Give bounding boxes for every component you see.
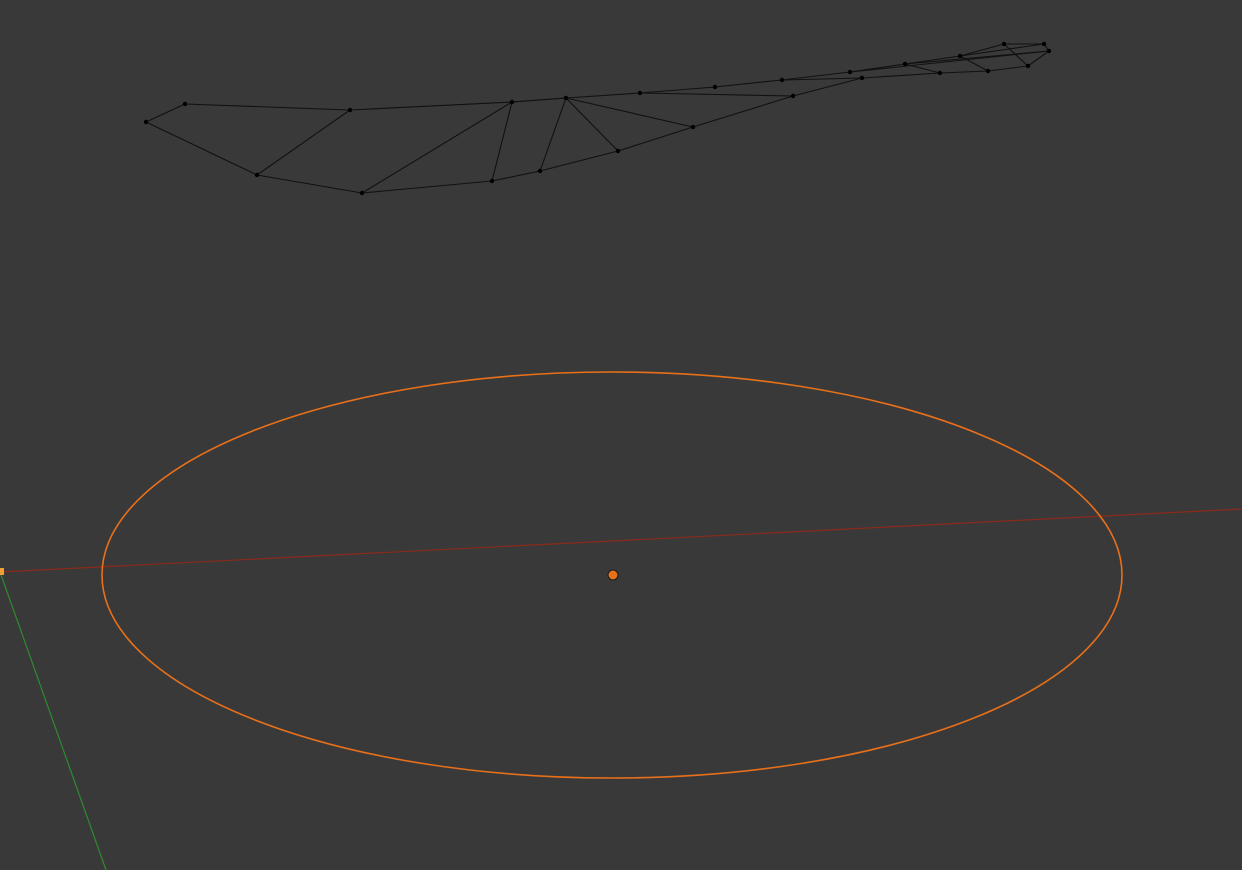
mesh-vertex: [712, 84, 718, 90]
x-axis-line: [0, 508, 1242, 573]
mesh-vertex: [254, 172, 260, 178]
mesh-edge: [491, 170, 541, 182]
mesh-vertex: [1025, 63, 1031, 69]
mesh-vertex: [1001, 41, 1007, 47]
mesh-vertex: [182, 101, 188, 107]
mesh-edge: [539, 150, 619, 172]
mesh-edge: [539, 97, 567, 172]
mesh-edge: [959, 43, 1005, 57]
mesh-edge: [959, 43, 1045, 57]
3d-viewport[interactable]: [0, 0, 1242, 870]
mesh-edge: [361, 101, 513, 194]
mesh-edge: [565, 97, 619, 152]
mesh-edge: [904, 50, 1050, 65]
mesh-vertex: [859, 75, 865, 81]
mesh-edge: [987, 65, 1029, 72]
mesh-vertex: [690, 124, 696, 130]
mesh-vertex: [637, 90, 643, 96]
mesh-edge: [349, 101, 513, 111]
mesh-vertex: [847, 69, 853, 75]
y-axis-line: [0, 571, 107, 870]
viewport-scene[interactable]: [0, 0, 1242, 870]
mesh-vertex: [347, 107, 353, 113]
mesh-vertex: [509, 99, 515, 105]
mesh-edge: [639, 86, 716, 94]
mesh-vertex: [1046, 48, 1052, 54]
mesh-vertex: [615, 148, 621, 154]
mesh-edge: [939, 70, 989, 74]
mesh-vertex: [902, 61, 908, 67]
mesh-vertex: [489, 178, 495, 184]
mesh-edge: [511, 97, 567, 103]
axis-origin-marker: [0, 568, 4, 575]
mesh-edge: [145, 103, 186, 123]
mesh-vertex: [143, 119, 149, 125]
mesh-edge: [184, 103, 351, 111]
mesh-vertex: [957, 53, 963, 59]
mesh-vertex: [779, 77, 785, 83]
mesh-edge: [145, 121, 258, 176]
mesh-edge: [792, 77, 863, 97]
mesh-edge: [361, 180, 493, 194]
mesh-edge: [565, 92, 641, 99]
mesh-edge: [491, 101, 513, 182]
mesh-vertex: [985, 68, 991, 74]
mesh-vertex: [937, 70, 943, 76]
mesh-vertex: [563, 95, 569, 101]
mesh-edge: [861, 72, 941, 79]
mesh-vertex: [1041, 41, 1047, 47]
mesh-edge: [565, 97, 694, 128]
mesh-vertex: [537, 168, 543, 174]
mesh-edge: [692, 95, 794, 128]
mesh-vertex: [790, 93, 796, 99]
mesh-edge: [256, 109, 351, 176]
mesh-edge: [639, 92, 794, 97]
mesh-edge: [617, 126, 694, 152]
mesh-vertex: [359, 190, 365, 196]
mesh-edge: [714, 79, 783, 88]
mesh-edge: [256, 174, 363, 194]
object-origin-dot[interactable]: [607, 569, 619, 581]
wireframe-mesh-edges[interactable]: [145, 43, 1050, 194]
